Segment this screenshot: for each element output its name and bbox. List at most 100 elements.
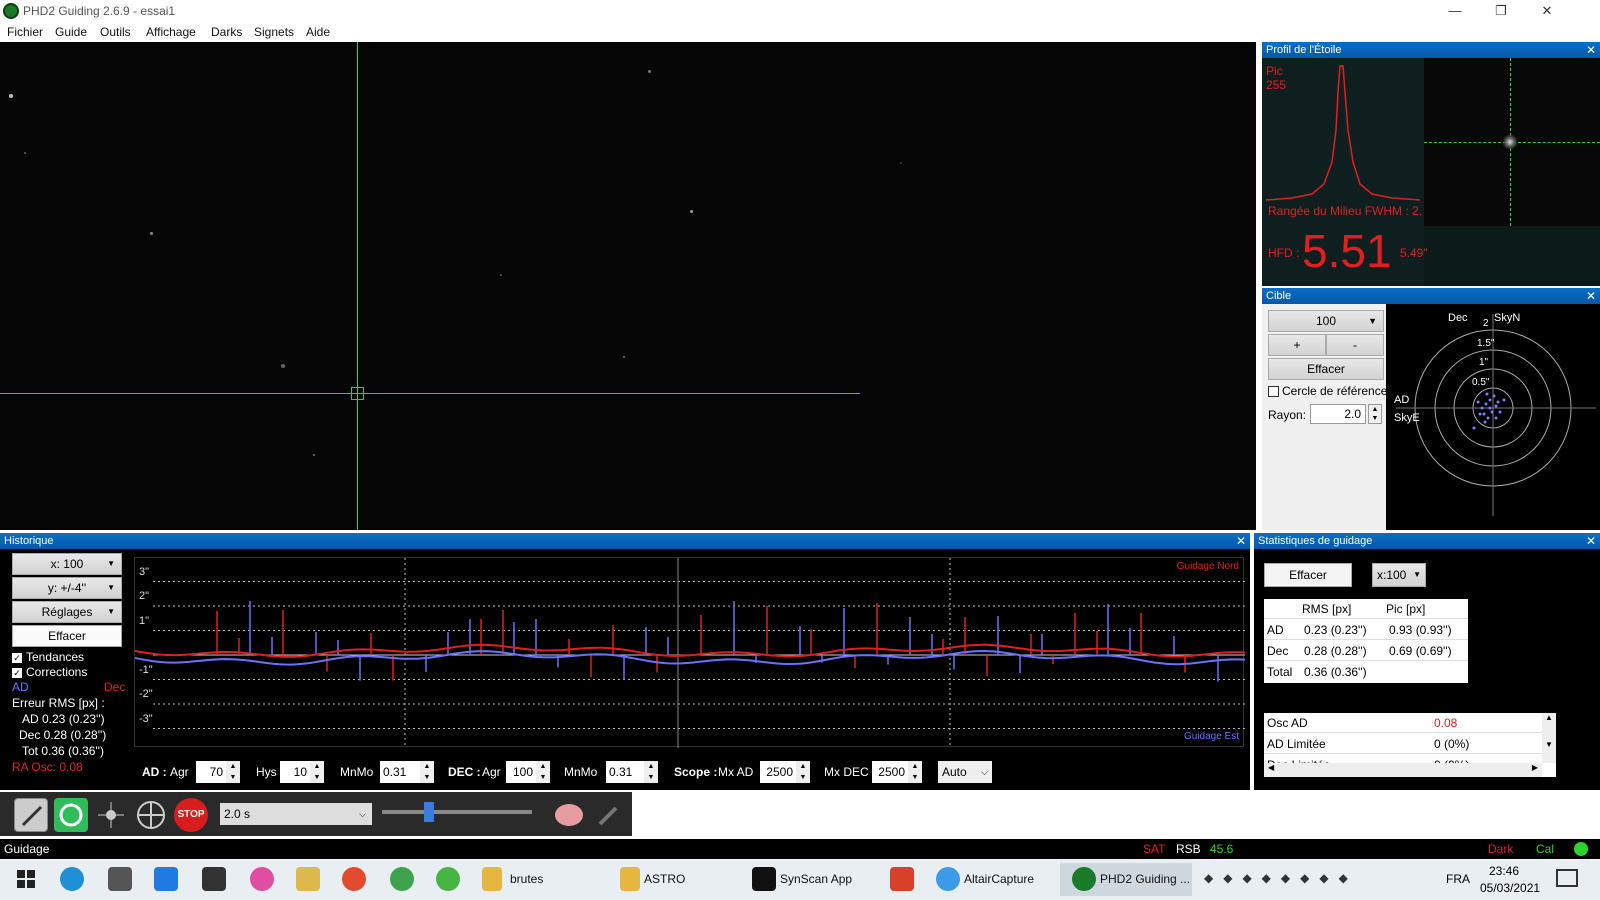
menu-affichage[interactable]: Affichage xyxy=(146,25,196,39)
status-dark: Dark xyxy=(1488,842,1514,856)
menu-outils[interactable]: Outils xyxy=(100,25,131,39)
taskbar-app-phd2[interactable]: PHD2 Guiding ... xyxy=(1100,872,1190,886)
taskbar-app-astro[interactable]: ASTRO xyxy=(644,872,685,886)
stats-table-header: RMS [px] Pic [px] xyxy=(1264,599,1468,619)
dec-mode-select[interactable]: Auto ⌵ xyxy=(938,761,992,783)
chevron-down-icon: ⌵ xyxy=(359,809,366,819)
notification-icon[interactable] xyxy=(1556,869,1578,887)
pe-icon[interactable] xyxy=(436,867,460,891)
guide-button[interactable] xyxy=(134,798,168,832)
target-clear-button[interactable]: Effacer xyxy=(1268,358,1384,380)
trends-checkbox[interactable]: ✓ xyxy=(12,653,22,663)
close-icon[interactable]: ✕ xyxy=(1586,42,1596,58)
mail-icon[interactable] xyxy=(154,867,178,891)
menu-aide[interactable]: Aide xyxy=(306,25,330,39)
taskbar-app-brutes[interactable]: brutes xyxy=(510,872,543,886)
stats-clear-button[interactable]: Effacer xyxy=(1264,563,1352,587)
trends-label: Tendances xyxy=(26,650,85,664)
hys-spinner[interactable]: ▲ ▼ xyxy=(310,761,324,783)
corrections-checkbox[interactable]: ✓ xyxy=(12,668,22,678)
tray-icons[interactable]: ◆◆◆◆◆◆◆◆ xyxy=(1204,871,1404,887)
dec-agr-input[interactable]: 100 xyxy=(506,761,536,783)
tools-button[interactable] xyxy=(592,798,626,832)
stop-button[interactable]: STOP xyxy=(174,798,208,832)
ad-agr-input[interactable]: 70 xyxy=(196,761,226,783)
exposure-select[interactable]: 2.0 s ⌵ xyxy=(220,803,372,825)
camera-view[interactable] xyxy=(0,42,1256,530)
mxad-input[interactable]: 2500 xyxy=(760,761,796,783)
restore-button[interactable]: ❐ xyxy=(1478,0,1524,22)
explorer-e-icon[interactable] xyxy=(108,867,132,891)
folder-icon[interactable] xyxy=(620,867,640,891)
history-clear-button[interactable]: Effacer xyxy=(12,625,122,647)
windows-start-icon[interactable] xyxy=(14,867,38,891)
tray-lang[interactable]: FRA xyxy=(1446,872,1470,886)
target-plot: Dec SkyN 2 1.5" 1" 0.5" AD SkyE xyxy=(1386,304,1600,530)
menu-fichier[interactable]: Fichier xyxy=(7,25,43,39)
gamma-slider[interactable] xyxy=(382,810,532,814)
minimize-button[interactable]: — xyxy=(1432,0,1478,22)
mxad-spinner[interactable]: ▲ ▼ xyxy=(796,761,810,783)
close-icon[interactable]: ✕ xyxy=(1586,533,1596,549)
y-tick-2: 2" xyxy=(139,590,150,602)
radius-input[interactable]: 2.0 xyxy=(1310,404,1366,424)
stats-x-select[interactable]: x:100 ▼ xyxy=(1372,563,1426,587)
ad-mnmo-label: MnMo xyxy=(340,765,374,779)
snip-icon[interactable] xyxy=(250,867,274,891)
history-settings-select[interactable]: Réglages ▼ xyxy=(12,601,122,623)
paint-icon[interactable] xyxy=(296,867,320,891)
brain-icon xyxy=(555,804,583,826)
list-scrollbar[interactable]: ▲ ▼ xyxy=(1542,713,1556,763)
edge-icon[interactable] xyxy=(60,867,84,891)
target-zoom-select[interactable]: 100 ▼ xyxy=(1268,310,1384,332)
history-y-select[interactable]: y: +/-4'' ▼ xyxy=(12,577,122,599)
stats-list[interactable]: Osc AD 0.08 AD Limitée 0 (0%) Dec Limité… xyxy=(1264,713,1556,777)
close-icon[interactable]: ✕ xyxy=(1586,288,1596,304)
fwhm-label: Rangée du Milieu FWHM : 2. xyxy=(1268,204,1423,218)
pencil-icon xyxy=(21,805,43,827)
taskbar-app-synscan[interactable]: SynScan App xyxy=(780,872,852,886)
stats-col-peak: Pic [px] xyxy=(1386,602,1426,616)
dec-mnmo-input[interactable]: 0.31 xyxy=(606,761,644,783)
mxdec-spinner[interactable]: ▲ ▼ xyxy=(908,761,922,783)
brain-button[interactable] xyxy=(552,798,586,832)
office-icon[interactable] xyxy=(890,867,914,891)
stats-table: RMS [px] Pic [px] AD 0.23 (0.23'') 0.93 … xyxy=(1264,599,1468,683)
synscan-icon[interactable] xyxy=(752,867,776,891)
gamma-slider-thumb[interactable] xyxy=(424,802,434,822)
list-hscrollbar[interactable]: ◀ ▶ xyxy=(1264,763,1542,777)
taskbar-app-altaircapture[interactable]: AltairCapture xyxy=(964,872,1034,886)
tray-time[interactable]: 23:46 xyxy=(1489,864,1519,878)
history-sidebar: x: 100 ▼ y: +/-4'' ▼ Réglages ▼ Effacer ✓ T… xyxy=(0,549,132,790)
target-zoom-in-button[interactable]: + xyxy=(1268,334,1326,356)
ad-mnmo-spinner[interactable]: ▲ ▼ xyxy=(420,761,434,783)
auto-select-star-button[interactable] xyxy=(94,798,128,832)
hys-input[interactable]: 10 xyxy=(280,761,310,783)
store-icon[interactable] xyxy=(202,867,226,891)
star xyxy=(150,232,153,235)
camera-connect-button[interactable] xyxy=(14,798,48,832)
folder-icon[interactable] xyxy=(482,867,502,891)
target-zoom-out-button[interactable]: - xyxy=(1326,334,1384,356)
chrome-icon[interactable] xyxy=(342,867,366,891)
close-icon[interactable]: ✕ xyxy=(1236,533,1246,549)
ref-circle-checkbox[interactable] xyxy=(1268,386,1279,397)
menu-signets[interactable]: Signets xyxy=(254,25,294,39)
history-x-select[interactable]: x: 100 ▼ xyxy=(12,553,122,575)
menu-guide[interactable]: Guide xyxy=(55,25,87,39)
ad-agr-spinner[interactable]: ▲ ▼ xyxy=(226,761,240,783)
altair-icon[interactable] xyxy=(936,867,960,891)
dec-agr-spinner[interactable]: ▲ ▼ xyxy=(536,761,550,783)
ad-mnmo-input[interactable]: 0.31 xyxy=(380,761,420,783)
loop-button[interactable] xyxy=(54,798,88,832)
phd2-icon[interactable] xyxy=(1072,867,1096,891)
close-button[interactable]: ✕ xyxy=(1524,0,1570,22)
corrections-label: Corrections xyxy=(26,665,88,679)
tray-date[interactable]: 05/03/2021 xyxy=(1480,881,1540,895)
menu-darks[interactable]: Darks xyxy=(211,25,242,39)
radius-spinner[interactable]: ▲ ▼ xyxy=(1368,404,1382,424)
mxdec-input[interactable]: 2500 xyxy=(872,761,908,783)
dec-mnmo-spinner[interactable]: ▲ ▼ xyxy=(644,761,658,783)
rms-ad: AD 0.23 (0.23'') xyxy=(22,712,105,726)
utorrent-icon[interactable] xyxy=(390,867,414,891)
